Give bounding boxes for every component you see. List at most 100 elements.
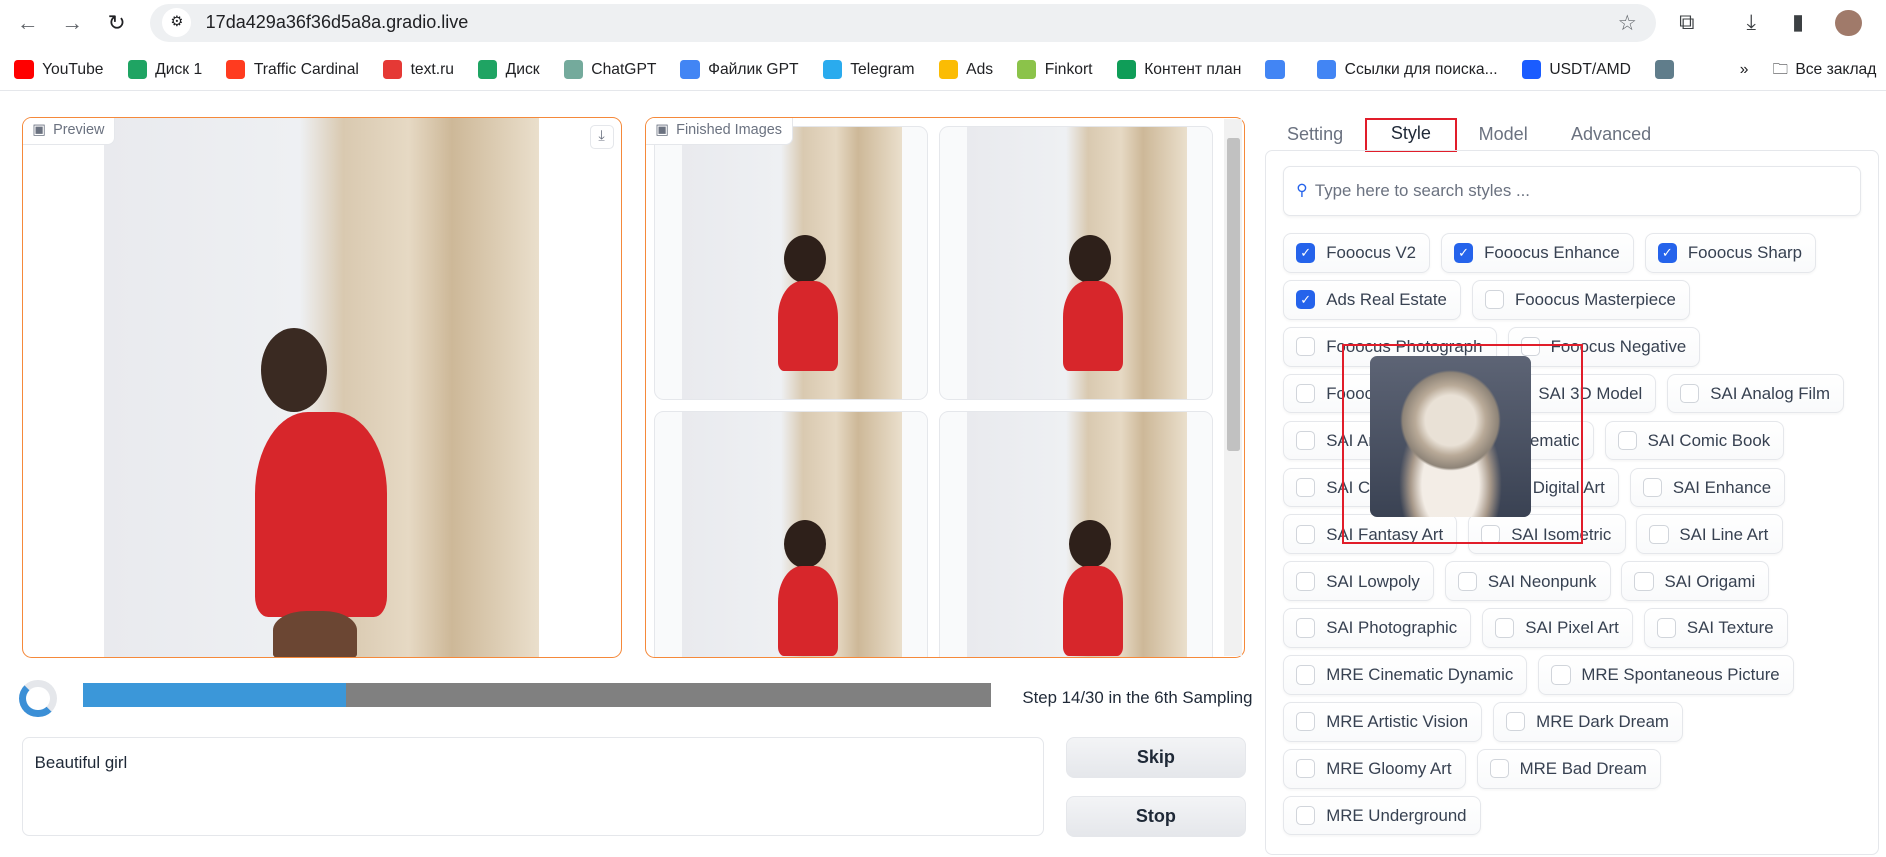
url-text: 17da429a36f36d5a8a.gradio.live	[205, 12, 469, 33]
style-checkbox[interactable]	[1680, 384, 1700, 404]
extensions-icon[interactable]: ⧉	[1679, 9, 1694, 34]
style-label: Fooocus Enhance	[1484, 243, 1620, 263]
style-option[interactable]: MRE Underground	[1283, 795, 1481, 836]
bookmark-item[interactable]: Telegram	[822, 59, 914, 79]
style-checkbox[interactable]	[1296, 477, 1316, 498]
style-option[interactable]: Fooocus Masterpiece	[1471, 280, 1691, 320]
download-icon[interactable]: ⤓	[589, 124, 614, 149]
style-option[interactable]: ✓ Fooocus Enhance	[1441, 233, 1635, 273]
avatar[interactable]	[1835, 9, 1862, 37]
style-option[interactable]: SAI Texture	[1643, 608, 1788, 648]
bookmark-item[interactable]: YouTube	[14, 59, 103, 79]
download-icon[interactable]: ⤓	[1746, 9, 1756, 34]
style-option[interactable]: MRE Gloomy Art	[1283, 748, 1466, 789]
address-bar[interactable]: ⚙ 17da429a36f36d5a8a.gradio.live ☆	[150, 3, 1657, 43]
style-option[interactable]: ✓ Fooocus V2	[1283, 233, 1431, 273]
style-checkbox[interactable]	[1634, 571, 1654, 591]
style-option[interactable]: MRE Cinematic Dynamic	[1283, 655, 1528, 695]
style-checkbox[interactable]: ✓	[1296, 290, 1316, 310]
textru-icon	[382, 59, 403, 79]
gallery-thumbnail[interactable]	[654, 126, 929, 401]
gallery-scrollbar[interactable]	[1224, 119, 1243, 656]
style-option[interactable]: MRE Artistic Vision	[1283, 702, 1483, 742]
style-option[interactable]: MRE Spontaneous Picture	[1538, 655, 1794, 695]
bookmark-item[interactable]: text.ru	[382, 59, 454, 79]
style-checkbox[interactable]	[1489, 759, 1509, 779]
forward-button[interactable]: →	[57, 7, 88, 38]
reload-button[interactable]: ↻	[101, 7, 132, 38]
bookmark-label: text.ru	[410, 60, 454, 78]
style-checkbox[interactable]	[1296, 665, 1316, 685]
bookmark-star-icon[interactable]: ☆	[1618, 10, 1637, 35]
style-checkbox[interactable]	[1495, 618, 1515, 638]
style-checkbox[interactable]: ✓	[1454, 243, 1474, 263]
more-bookmarks-button[interactable]: »	[1740, 60, 1749, 79]
back-button[interactable]: ←	[12, 7, 43, 38]
style-label: Fooocus Masterpiece	[1515, 290, 1676, 310]
bookmark-item[interactable]: Файлик GPT	[680, 59, 799, 79]
stop-button[interactable]: Stop	[1065, 796, 1247, 838]
style-label: Ads Real Estate	[1326, 290, 1447, 310]
gallery-thumbnail[interactable]	[654, 411, 929, 657]
style-checkbox[interactable]	[1296, 430, 1316, 451]
style-checkbox[interactable]	[1296, 524, 1316, 544]
bookmark-item[interactable]: Диск	[478, 59, 540, 79]
style-checkbox[interactable]	[1642, 477, 1663, 498]
tab-model[interactable]: Model	[1457, 118, 1549, 152]
gallery-thumbnail[interactable]	[939, 411, 1214, 657]
style-label: Fooocus V2	[1326, 243, 1417, 263]
bookmark-item[interactable]: Контент план	[1116, 59, 1241, 79]
tab-advanced[interactable]: Advanced	[1549, 118, 1672, 152]
all-bookmarks-folder[interactable]: 🗀 Все заклад	[1772, 60, 1876, 79]
prompt-input[interactable]: Beautiful girl	[21, 737, 1045, 836]
style-checkbox[interactable]	[1296, 337, 1316, 357]
style-checkbox[interactable]	[1296, 618, 1316, 638]
style-checkbox[interactable]	[1296, 712, 1316, 732]
bookmark-item[interactable]	[1265, 59, 1293, 79]
style-checkbox[interactable]	[1296, 571, 1316, 591]
style-option[interactable]: SAI Lowpoly	[1283, 561, 1434, 602]
style-checkbox[interactable]	[1617, 430, 1637, 451]
bookmark-item[interactable]: Finkort	[1017, 59, 1093, 79]
style-option[interactable]: SAI Line Art	[1636, 514, 1783, 555]
bookmark-item[interactable]: Ссылки для поиска...	[1317, 59, 1498, 79]
preview-panel: ▣ Preview ⤓	[21, 116, 622, 658]
style-option[interactable]: SAI Comic Book	[1604, 420, 1785, 461]
style-option[interactable]: SAI Analog Film	[1667, 373, 1845, 414]
style-option[interactable]: SAI Pixel Art	[1482, 608, 1634, 648]
style-checkbox[interactable]	[1296, 806, 1316, 826]
bookmark-item[interactable]: USDT/AMD	[1521, 59, 1631, 79]
style-checkbox[interactable]	[1649, 524, 1669, 544]
bookmark-item[interactable]: Ads	[938, 59, 993, 79]
gallery-thumbnail[interactable]	[939, 126, 1214, 401]
bookmark-item[interactable]	[1654, 59, 1683, 79]
style-option[interactable]: SAI Enhance	[1629, 467, 1786, 508]
style-option[interactable]: MRE Bad Dream	[1476, 748, 1662, 789]
tab-setting[interactable]: Setting	[1265, 118, 1364, 152]
skip-button[interactable]: Skip	[1065, 737, 1247, 779]
style-option[interactable]: SAI Neonpunk	[1444, 561, 1611, 602]
style-option[interactable]: MRE Dark Dream	[1493, 702, 1684, 742]
style-checkbox[interactable]	[1656, 618, 1677, 638]
style-checkbox[interactable]	[1551, 665, 1571, 685]
google-docs-icon	[1317, 59, 1337, 79]
style-option[interactable]: ✓ Fooocus Sharp	[1644, 233, 1817, 273]
style-option[interactable]: SAI Origami	[1621, 561, 1770, 602]
style-checkbox[interactable]	[1484, 290, 1505, 310]
style-checkbox[interactable]	[1296, 759, 1316, 779]
style-checkbox[interactable]: ✓	[1657, 243, 1678, 263]
tab-style[interactable]: Style	[1364, 117, 1457, 152]
bookmark-item[interactable]: Диск 1	[127, 59, 202, 79]
style-checkbox[interactable]: ✓	[1296, 243, 1316, 263]
sail-icon	[1654, 59, 1675, 79]
site-settings-icon[interactable]: ⚙	[162, 8, 192, 38]
bookmark-item[interactable]: Traffic Cardinal	[226, 59, 359, 79]
style-search-input[interactable]: ⚲ Type here to search styles ...	[1283, 165, 1861, 217]
side-panel-icon[interactable]: ▮	[1792, 9, 1804, 34]
bookmark-item[interactable]: ChatGPT	[563, 59, 656, 79]
style-checkbox[interactable]	[1296, 384, 1316, 404]
style-option[interactable]: ✓ Ads Real Estate	[1283, 280, 1462, 320]
style-option[interactable]: SAI Photographic	[1283, 608, 1472, 648]
style-checkbox[interactable]	[1506, 712, 1526, 732]
style-checkbox[interactable]	[1457, 571, 1478, 591]
